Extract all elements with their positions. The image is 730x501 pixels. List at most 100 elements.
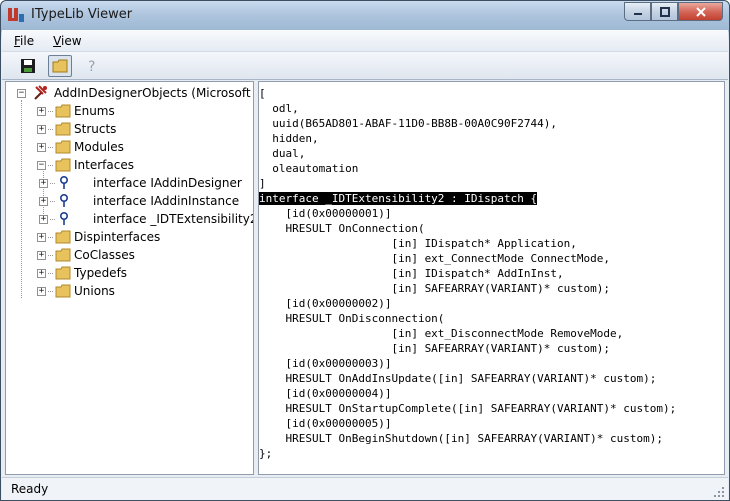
- selected-code-text: interface _IDTExtensibility2 : IDispatch…: [259, 192, 538, 205]
- minimize-icon: [633, 12, 642, 15]
- tree-item-interface[interactable]: + interface IAddinDesigner: [6, 174, 253, 192]
- menu-view-rest: iew: [61, 33, 82, 48]
- type-tree[interactable]: − AddInDesignerObjects (Microsoft Add + E…: [5, 81, 254, 475]
- code-line: hidden,: [259, 132, 319, 145]
- tree-item-category[interactable]: + Structs: [6, 120, 253, 138]
- svg-text:?: ?: [88, 59, 95, 74]
- window-title: ITypeLib Viewer: [31, 7, 133, 22]
- folder-icon: [55, 248, 71, 262]
- code-line: };: [259, 447, 273, 460]
- typelib-icon: [34, 85, 47, 100]
- expander-plus-icon[interactable]: +: [39, 215, 48, 224]
- tree-item-label: Modules: [74, 140, 124, 154]
- tree-item-category[interactable]: + Dispinterfaces: [6, 228, 253, 246]
- expander-plus-icon[interactable]: +: [39, 197, 48, 206]
- maximize-icon: [659, 6, 670, 17]
- tree-guide-line: [48, 147, 53, 148]
- status-text: Ready: [11, 482, 49, 496]
- tree-item-label: Typedefs: [74, 266, 128, 280]
- tree-item-label: interface _IDTExtensibility2: [93, 212, 254, 226]
- help-icon: ?: [88, 59, 95, 74]
- title-bar[interactable]: ITypeLib Viewer: [1, 1, 729, 30]
- tree-guide-line: [48, 291, 53, 292]
- tree-item-interface[interactable]: + interface IAddinInstance: [6, 192, 253, 210]
- code-line: uuid(B65AD801-ABAF-11D0-BB8B-00A0C90F274…: [259, 117, 558, 130]
- resize-grip-icon[interactable]: [713, 486, 725, 498]
- folder-icon: [52, 59, 68, 72]
- tree-guide-line: [48, 111, 53, 112]
- idl-code-view[interactable]: [ odl, uuid(B65AD801-ABAF-11D0-BB8B-00A0…: [258, 81, 725, 475]
- tree-item-label: interface IAddinInstance: [93, 194, 240, 208]
- code-line: [id(0x00000001)]: [259, 207, 392, 220]
- expander-plus-icon[interactable]: +: [37, 233, 46, 242]
- interface-icon: [59, 175, 69, 189]
- tree-item-label: Dispinterfaces: [74, 230, 161, 244]
- code-line: dual,: [259, 147, 306, 160]
- code-line: HRESULT OnConnection(: [259, 222, 425, 235]
- menu-view[interactable]: View: [41, 34, 88, 48]
- folder-icon: [55, 140, 71, 154]
- tree-item-category[interactable]: + Unions: [6, 282, 253, 300]
- code-line: oleautomation: [259, 162, 359, 175]
- expander-plus-icon[interactable]: +: [37, 125, 46, 134]
- tree-root[interactable]: − AddInDesignerObjects (Microsoft Add: [6, 84, 253, 102]
- folder-icon: [55, 230, 71, 244]
- menu-file-rest: ile: [20, 33, 35, 48]
- save-button[interactable]: [16, 55, 40, 77]
- code-line-selected: interface _IDTExtensibility2 : IDispatch…: [259, 191, 538, 206]
- menu-bar: File View: [2, 30, 728, 52]
- close-icon: [695, 6, 706, 17]
- code-line: [in] IDispatch* Application,: [259, 237, 577, 250]
- maximize-button[interactable]: [651, 2, 678, 21]
- expander-minus-icon[interactable]: −: [37, 161, 46, 170]
- folder-icon: [55, 104, 71, 118]
- menu-file[interactable]: File: [2, 34, 41, 48]
- folder-icon: [55, 284, 71, 298]
- tree-guide-line: [50, 183, 55, 184]
- expander-minus-icon[interactable]: −: [17, 89, 26, 98]
- typelib-app-icon: [8, 8, 24, 22]
- tree-guide-line: [48, 129, 53, 130]
- close-button[interactable]: [678, 2, 723, 21]
- code-line: [: [259, 87, 266, 100]
- tree-item-interface[interactable]: + interface _IDTExtensibility2: [6, 210, 253, 228]
- tree-item-label: Enums: [74, 104, 115, 118]
- tree-root-label: AddInDesignerObjects (Microsoft Add: [54, 86, 253, 100]
- toolbar: ?: [2, 52, 728, 80]
- tree-item-category[interactable]: + Modules: [6, 138, 253, 156]
- expander-plus-icon[interactable]: +: [37, 107, 46, 116]
- tree-guide-line: [48, 237, 53, 238]
- code-line: [id(0x00000005)]: [259, 417, 392, 430]
- tree-item-category[interactable]: + Enums: [6, 102, 253, 120]
- folder-icon: [55, 122, 71, 136]
- code-line: [in] SAFEARRAY(VARIANT)* custom);: [259, 282, 610, 295]
- code-line: HRESULT OnAddInsUpdate([in] SAFEARRAY(VA…: [259, 372, 657, 385]
- tree-item-label: Structs: [74, 122, 117, 136]
- code-line: ]: [259, 177, 266, 190]
- app-window: ITypeLib Viewer File View ? − AddInDesig…: [0, 0, 730, 501]
- interface-icon: [59, 211, 69, 225]
- tree-item-label: Unions: [74, 284, 115, 298]
- minimize-button[interactable]: [624, 2, 651, 21]
- interface-icon: [59, 193, 69, 207]
- tree-item-label: Interfaces: [74, 158, 134, 172]
- code-line: [in] ext_ConnectMode ConnectMode,: [259, 252, 610, 265]
- expander-plus-icon[interactable]: +: [37, 251, 46, 260]
- tree-item-label: interface IAddinDesigner: [93, 176, 242, 190]
- code-line: HRESULT OnDisconnection(: [259, 312, 445, 325]
- expander-plus-icon[interactable]: +: [37, 287, 46, 296]
- expander-plus-icon[interactable]: +: [37, 269, 46, 278]
- code-line: [in] IDispatch* AddInInst,: [259, 267, 564, 280]
- tree-guide-line: [50, 201, 55, 202]
- status-bar: Ready: [2, 477, 728, 500]
- code-line: HRESULT OnStartupComplete([in] SAFEARRAY…: [259, 402, 677, 415]
- tree-item-category[interactable]: + CoClasses: [6, 246, 253, 264]
- tree-guide-line: [48, 255, 53, 256]
- tree-guide-line: [48, 273, 53, 274]
- tree-item-category[interactable]: − Interfaces: [6, 156, 253, 174]
- open-folder-button[interactable]: [48, 54, 72, 77]
- tree-item-category[interactable]: + Typedefs: [6, 264, 253, 282]
- help-button[interactable]: ?: [80, 55, 104, 77]
- expander-plus-icon[interactable]: +: [37, 143, 46, 152]
- expander-plus-icon[interactable]: +: [39, 179, 48, 188]
